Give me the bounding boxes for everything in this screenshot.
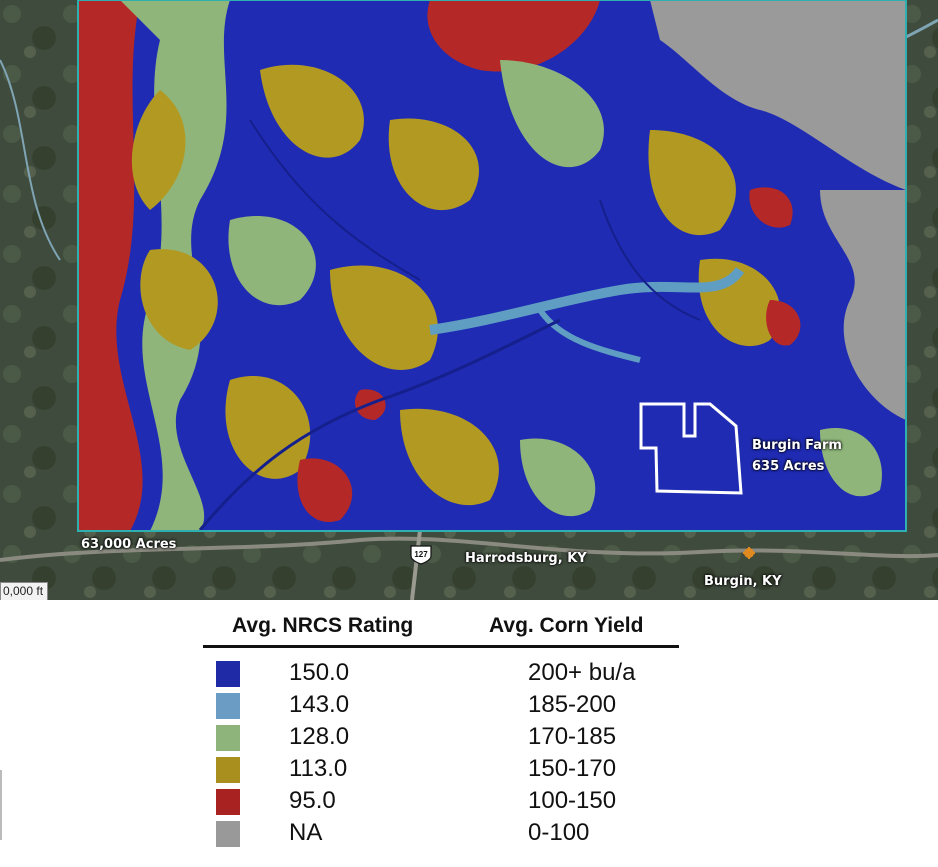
legend-swatch [216,725,240,751]
legend-rating-value: NA [289,819,323,846]
farm-label-acres: 635 Acres [752,459,825,474]
legend-swatch [216,661,240,687]
legend-rating-value: 150.0 [289,659,350,686]
scale-bar-label: 0,000 ft [0,582,49,600]
legend-yield-value: 100-150 [528,787,617,814]
legend-yield-value: 200+ bu/a [528,659,636,686]
legend-yield-value: 150-170 [528,755,617,782]
legend-swatch [216,757,240,783]
left-edge-line [0,770,2,840]
legend-divider [203,645,679,648]
legend-rating-value: 95.0 [289,787,336,814]
farm-label-name: Burgin Farm [752,438,842,453]
legend-rating-value: 143.0 [289,691,350,718]
legend-swatch [216,693,240,719]
legend-swatch [216,789,240,815]
highway-shield-icon: 127 [410,545,432,565]
highway-shield-number: 127 [414,550,428,559]
legend-yield-value: 170-185 [528,723,617,750]
legend-yield-value: 0-100 [528,819,590,846]
legend: Avg. NRCS Rating Avg. Corn Yield [0,600,938,867]
legend-swatch [216,821,240,847]
town-label-harrodsburg: Harrodsburg, KY [465,551,587,566]
legend-rating-value: 113.0 [289,755,348,782]
legend-yield-value: 185-200 [528,691,617,718]
legend-rating-value: 128.0 [289,723,350,750]
area-label: 63,000 Acres [81,537,177,552]
town-label-burgin: Burgin, KY [704,574,782,589]
soil-map[interactable]: 63,000 Acres Burgin Farm 635 Acres Harro… [0,0,938,600]
legend-header-rating: Avg. NRCS Rating [232,614,414,637]
soil-map-canvas [0,0,938,600]
legend-header-yield: Avg. Corn Yield [489,614,644,637]
